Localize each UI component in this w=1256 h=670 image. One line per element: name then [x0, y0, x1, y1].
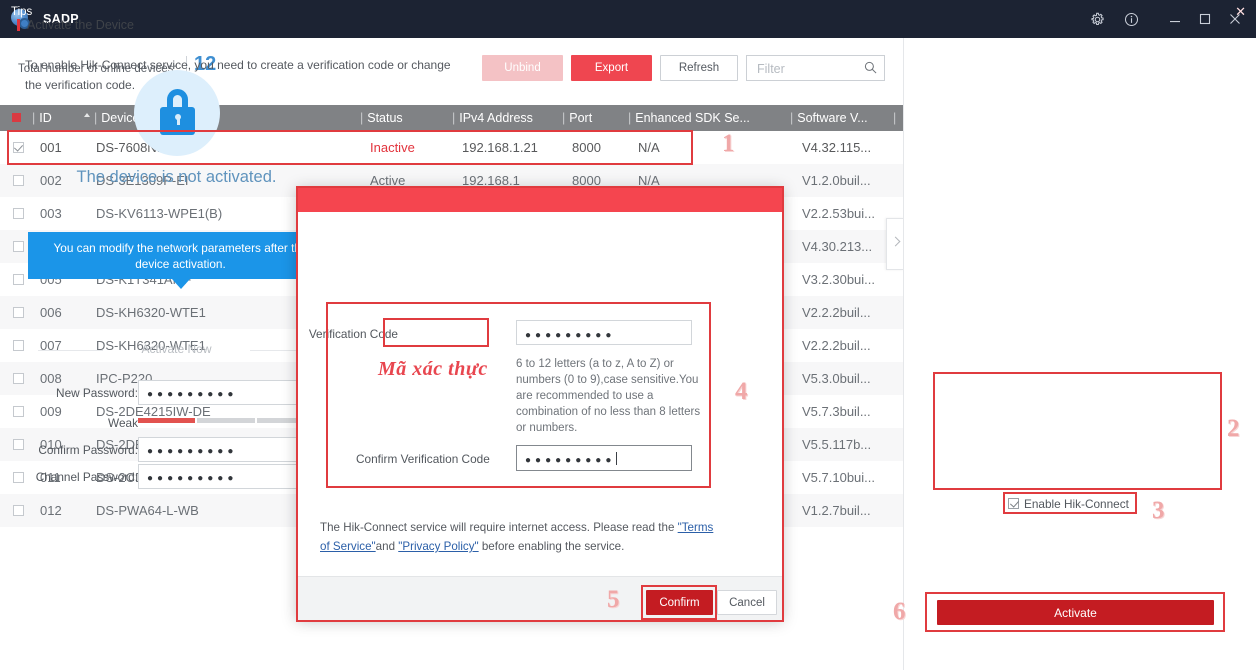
cell-id: 006: [40, 305, 62, 320]
filter-field[interactable]: [746, 55, 885, 82]
refresh-button[interactable]: Refresh: [660, 55, 738, 81]
cell-software-version: V5.7.3buil...: [802, 404, 871, 419]
sort-ascending-icon[interactable]: [84, 113, 90, 117]
cell-software-version: V4.30.213...: [802, 239, 873, 254]
cell-software-version: V5.5.117b...: [802, 437, 872, 452]
tooltip-arrow: [172, 279, 190, 289]
confirm-password-label: Confirm Password:: [38, 443, 138, 457]
select-all-checkbox[interactable]: [12, 113, 21, 122]
search-input[interactable]: [755, 56, 859, 82]
panel-title: Activate the Device: [17, 18, 134, 32]
annotation-box-3: [1003, 492, 1137, 514]
strength-segment: [138, 418, 196, 423]
channel-password-input[interactable]: ●●●●●●●●●: [138, 464, 314, 489]
device-status-text: The device is not activated.: [76, 168, 277, 186]
cell-device-type: DS-KH6320-WTE1: [96, 305, 206, 320]
cell-software-version: V2.2.2buil...: [802, 305, 871, 320]
annotation-number-3: 3: [1152, 497, 1165, 524]
column-header-status[interactable]: | Status: [360, 105, 403, 131]
row-checkbox[interactable]: [13, 241, 24, 252]
gear-icon[interactable]: [1080, 0, 1114, 38]
export-button[interactable]: Export: [571, 55, 652, 81]
cell-software-version: V5.3.0buil...: [802, 371, 871, 386]
minimize-icon[interactable]: [1160, 0, 1190, 38]
column-header-software[interactable]: | Software V...: [790, 105, 868, 131]
lock-keyhole-stem-icon: [176, 118, 180, 125]
password-strength-label: Weak: [108, 416, 138, 430]
column-header-id[interactable]: | ID: [32, 105, 52, 131]
unbind-button[interactable]: Unbind: [482, 55, 563, 81]
annotation-box-dialog: [296, 186, 784, 622]
column-header-sdk[interactable]: | Enhanced SDK Se...: [628, 105, 750, 131]
panel-collapse-toggle[interactable]: [886, 218, 904, 270]
password-strength-meter: [138, 418, 314, 423]
network-parameters-tooltip: You can modify the network parameters af…: [28, 232, 333, 279]
row-checkbox[interactable]: [13, 505, 24, 516]
column-header-end: |: [893, 111, 897, 125]
cell-device-type: DS-PWA64-L-WB: [96, 503, 199, 518]
confirm-password-input[interactable]: ●●●●●●●●●: [138, 437, 314, 462]
search-icon: [864, 61, 877, 79]
column-header-ipv4[interactable]: | IPv4 Address: [452, 105, 533, 131]
annotation-number-6: 6: [893, 598, 906, 625]
annotation-box-6: [925, 592, 1225, 632]
annotation-number-2: 2: [1227, 415, 1240, 442]
dialog-title: Tips: [11, 6, 33, 18]
cell-device-type: DS-KV6113-WPE1(B): [96, 206, 223, 221]
cell-software-version: V2.2.2buil...: [802, 338, 871, 353]
dialog-close-icon[interactable]: ✕: [1235, 5, 1246, 18]
cell-id: 012: [40, 503, 62, 518]
row-checkbox[interactable]: [13, 274, 24, 285]
new-password-label: New Password:: [56, 386, 138, 400]
cell-software-version: V4.32.115...: [802, 140, 872, 155]
cell-software-version: V1.2.7buil...: [802, 503, 871, 518]
cell-software-version: V1.2.0buil...: [802, 173, 871, 188]
strength-segment: [197, 418, 255, 423]
new-password-input[interactable]: ●●●●●●●●●: [138, 380, 314, 405]
annotation-number-1: 1: [722, 130, 735, 157]
maximize-icon[interactable]: [1190, 0, 1220, 38]
annotation-box-2: [933, 372, 1222, 490]
row-checkbox[interactable]: [13, 307, 24, 318]
cell-software-version: V2.2.53bui...: [802, 206, 875, 221]
dialog-intro-text: To enable Hik-Connect service, you need …: [25, 58, 451, 92]
cell-software-version: V5.7.10bui...: [802, 470, 875, 485]
cell-software-version: V3.2.30bui...: [802, 272, 875, 287]
activate-device-panel: [903, 38, 1256, 670]
channel-password-label: Channel Password:: [35, 470, 138, 484]
cell-id: 003: [40, 206, 62, 221]
window-titlebar: SADP: [0, 0, 1256, 38]
row-checkbox[interactable]: [13, 208, 24, 219]
info-icon[interactable]: [1114, 0, 1148, 38]
annotation-box-1: [7, 130, 693, 165]
column-header-port[interactable]: | Port: [562, 105, 592, 131]
